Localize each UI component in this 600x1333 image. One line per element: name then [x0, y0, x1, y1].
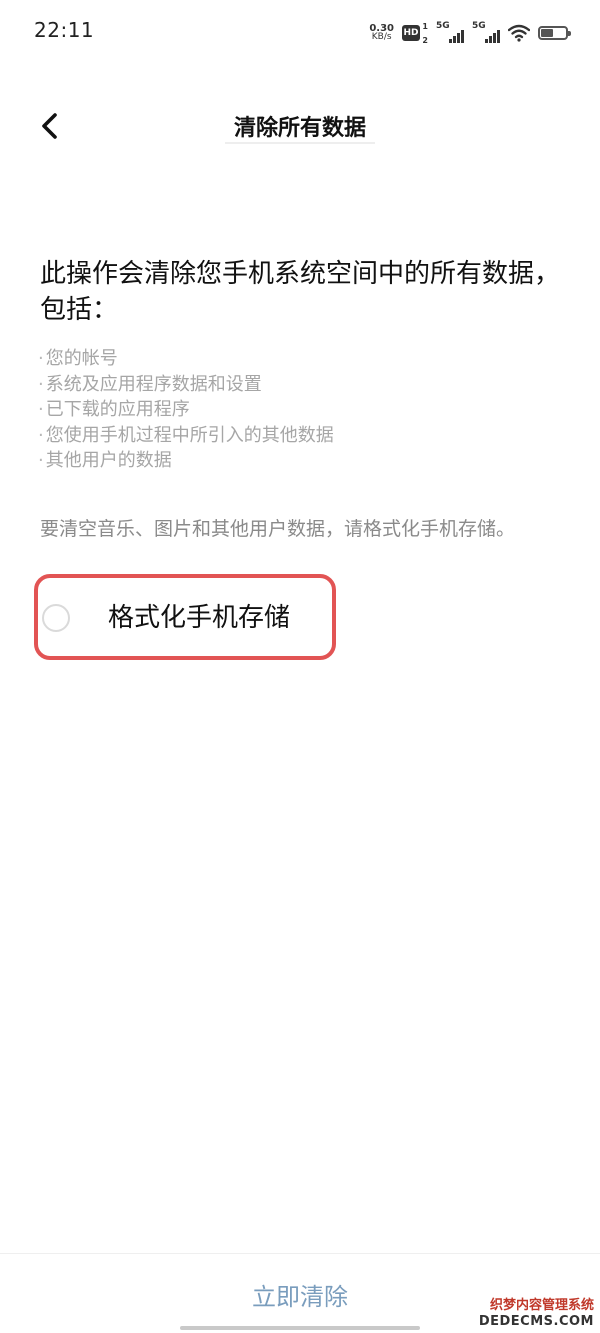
watermark-line1: 织梦内容管理系统 [489, 1298, 594, 1313]
watermark: 织梦内容管理系统 DEDECMS.COM [479, 1298, 594, 1330]
battery-level [541, 29, 553, 37]
home-indicator[interactable] [180, 1326, 420, 1330]
wifi-icon [508, 24, 530, 42]
list-item: 您使用手机过程中所引入的其他数据 [38, 423, 558, 449]
sim1-label: 5G [436, 21, 450, 31]
data-item-list: 您的帐号 系统及应用程序数据和设置 已下载的应用程序 您使用手机过程中所引入的其… [38, 346, 558, 474]
format-hint: 要清空音乐、图片和其他用户数据，请格式化手机存储。 [40, 518, 516, 540]
hd-label: HD [402, 25, 420, 41]
page-title: 清除所有数据 [233, 116, 366, 141]
format-storage-radio[interactable] [42, 604, 70, 632]
main-description: 此操作会清除您手机系统空间中的所有数据，包括： [40, 259, 561, 325]
status-icons: 0.30 KB/s HD 1 2 5G 5G [369, 20, 571, 46]
network-speed: 0.30 KB/s [369, 24, 394, 42]
list-item: 系统及应用程序数据和设置 [38, 372, 558, 398]
list-item: 已下载的应用程序 [38, 397, 558, 423]
status-time: 22:11 [34, 18, 95, 42]
list-item: 您的帐号 [38, 346, 558, 372]
watermark-line2: DEDECMS.COM [478, 1314, 594, 1329]
signal-icon: 5G [436, 21, 464, 43]
page-header: 清除所有数据 [0, 92, 600, 158]
bottom-divider [0, 1253, 600, 1254]
hd-icon: HD 1 2 [402, 22, 428, 45]
battery-icon [538, 26, 571, 40]
title-underline [225, 142, 375, 144]
format-storage-option[interactable]: 格式化手机存储 [34, 574, 336, 660]
clear-now-button[interactable]: 立即清除 [150, 1268, 450, 1320]
signal-icon: 5G [472, 21, 500, 43]
list-item: 其他用户的数据 [38, 448, 558, 474]
signal-bars [485, 30, 500, 43]
sim2-label: 5G [472, 21, 486, 31]
signal-bars [449, 30, 464, 43]
status-bar: 22:11 0.30 KB/s HD 1 2 5G 5G [0, 0, 600, 64]
hd-sub-top: 1 [422, 22, 428, 31]
hd-sub-bottom: 2 [422, 36, 428, 45]
network-speed-unit: KB/s [371, 32, 392, 42]
format-storage-label: 格式化手机存储 [108, 603, 291, 633]
